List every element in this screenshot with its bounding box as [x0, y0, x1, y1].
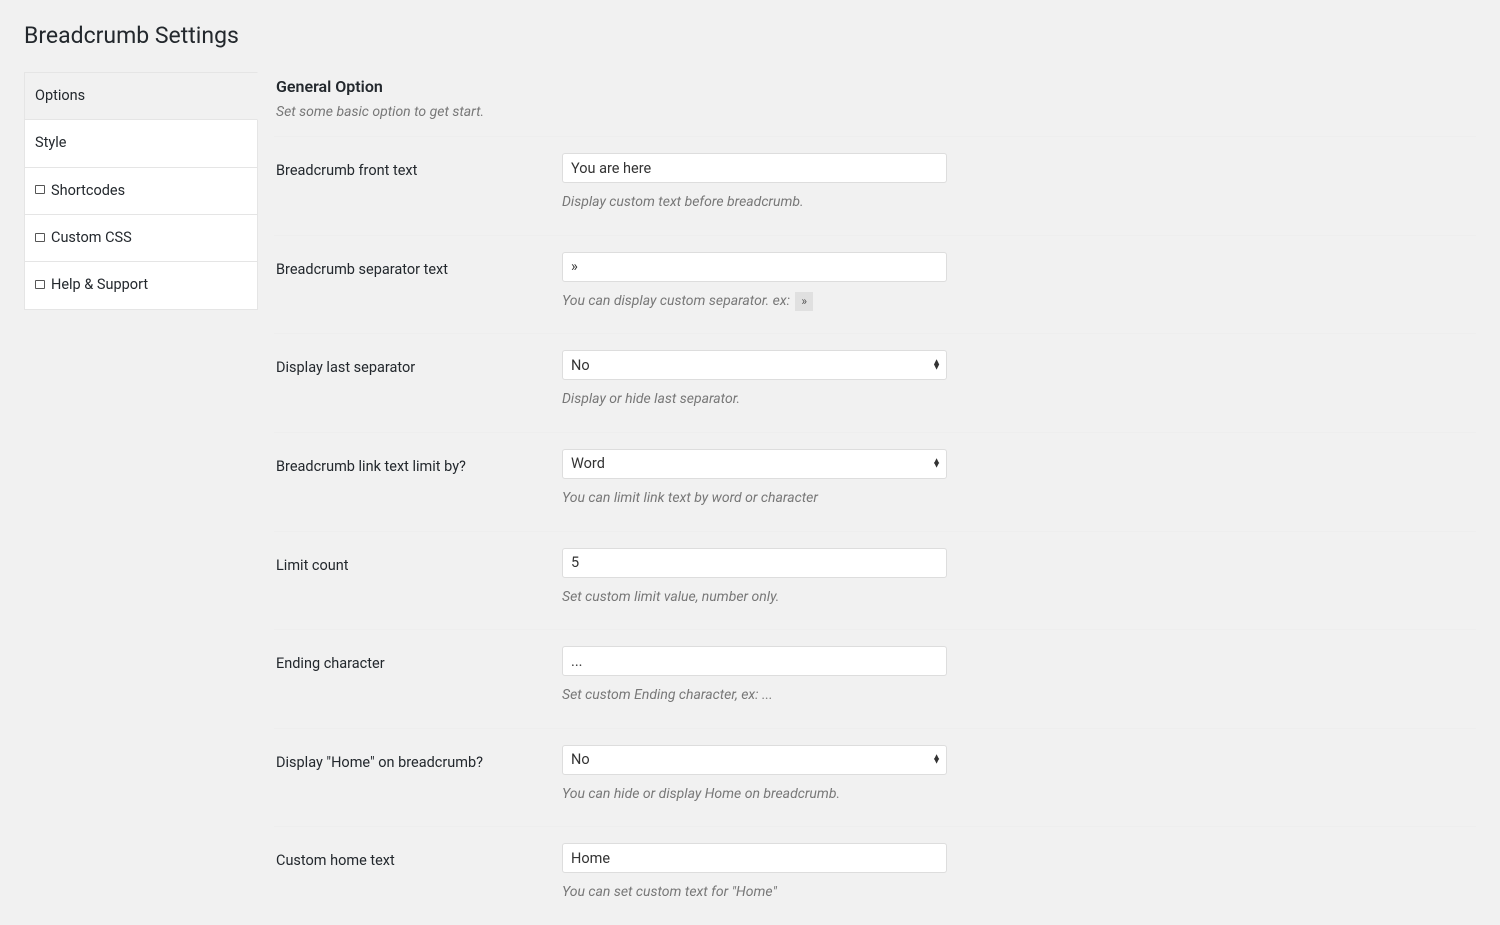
section-title: General Option	[276, 76, 1476, 98]
separator-example-chip: »	[795, 292, 813, 311]
help-text: Display or hide last separator.	[562, 390, 1102, 410]
help-text: Set custom limit value, number only.	[562, 588, 1102, 608]
field-row-separator: Breadcrumb separator text You can displa…	[274, 235, 1476, 334]
tab-label: Shortcodes	[51, 181, 125, 201]
section-desc: Set some basic option to get start.	[276, 103, 1476, 123]
field-row-home-text: Custom home text You can set custom text…	[274, 826, 1476, 925]
field-row-ending-char: Ending character Set custom Ending chara…	[274, 629, 1476, 728]
help-text: Set custom Ending character, ex: ...	[562, 686, 1102, 706]
tab-style[interactable]: Style	[24, 120, 258, 167]
square-icon	[35, 280, 45, 289]
tab-label: Style	[35, 133, 66, 153]
field-label: Breadcrumb link text limit by?	[276, 449, 562, 509]
help-text: You can limit link text by word or chara…	[562, 489, 1102, 509]
square-icon	[35, 233, 45, 242]
separator-input[interactable]	[562, 252, 947, 282]
field-row-display-home: Display "Home" on breadcrumb? No ▲▼ You …	[274, 728, 1476, 827]
display-home-select[interactable]: No	[562, 745, 947, 775]
field-label: Limit count	[276, 548, 562, 608]
field-label: Custom home text	[276, 843, 562, 903]
field-row-front-text: Breadcrumb front text Display custom tex…	[274, 136, 1476, 235]
home-text-input[interactable]	[562, 843, 947, 873]
page-title: Breadcrumb Settings	[24, 20, 1476, 52]
ending-char-input[interactable]	[562, 646, 947, 676]
tab-shortcodes[interactable]: Shortcodes	[24, 168, 258, 215]
field-label: Display "Home" on breadcrumb?	[276, 745, 562, 805]
square-icon	[35, 185, 45, 194]
tab-label: Options	[35, 86, 85, 106]
help-text: You can set custom text for "Home"	[562, 883, 1102, 903]
settings-panel: General Option Set some basic option to …	[258, 72, 1476, 925]
limit-by-select[interactable]: Word	[562, 449, 947, 479]
help-text: Display custom text before breadcrumb.	[562, 193, 1102, 213]
help-text: You can display custom separator. ex: »	[562, 292, 1102, 312]
field-label: Breadcrumb separator text	[276, 252, 562, 312]
limit-count-input[interactable]	[562, 548, 947, 578]
field-label: Ending character	[276, 646, 562, 706]
tab-label: Custom CSS	[51, 228, 132, 248]
field-row-last-separator: Display last separator No ▲▼ Display or …	[274, 333, 1476, 432]
field-row-limit-count: Limit count Set custom limit value, numb…	[274, 531, 1476, 630]
tab-help-support[interactable]: Help & Support	[24, 262, 258, 309]
tab-custom-css[interactable]: Custom CSS	[24, 215, 258, 262]
field-label: Breadcrumb front text	[276, 153, 562, 213]
front-text-input[interactable]	[562, 153, 947, 183]
settings-tabs: Options Style Shortcodes Custom CSS Help…	[24, 72, 258, 309]
last-separator-select[interactable]: No	[562, 350, 947, 380]
tab-options[interactable]: Options	[24, 72, 258, 120]
help-text: You can hide or display Home on breadcru…	[562, 785, 1102, 805]
field-label: Display last separator	[276, 350, 562, 410]
tab-label: Help & Support	[51, 275, 148, 295]
field-row-limit-by: Breadcrumb link text limit by? Word ▲▼ Y…	[274, 432, 1476, 531]
